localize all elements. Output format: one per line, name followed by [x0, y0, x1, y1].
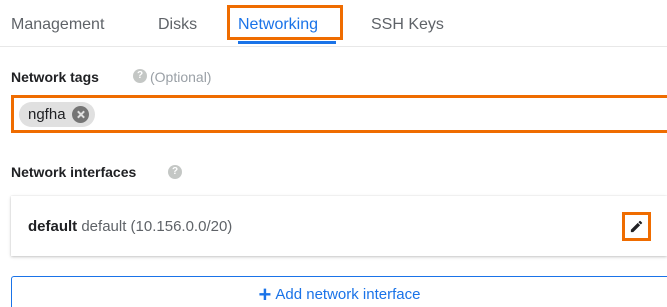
interface-name: default — [28, 218, 78, 235]
add-button-content: + Add network interface — [12, 282, 667, 307]
tab-ssh-keys[interactable]: SSH Keys — [371, 16, 444, 34]
tab-networking[interactable]: Networking — [238, 16, 318, 34]
remove-tag-icon[interactable] — [71, 106, 89, 123]
plus-icon: + — [258, 282, 272, 307]
active-tab-indicator — [238, 41, 336, 44]
help-icon[interactable]: ? — [133, 69, 147, 83]
pencil-icon — [630, 220, 643, 233]
network-tags-input[interactable]: ngfha — [11, 95, 667, 133]
interface-detail: default (10.156.0.0/20) — [81, 218, 233, 235]
add-network-interface-button[interactable]: + Add network interface — [11, 276, 667, 307]
tab-disks[interactable]: Disks — [158, 16, 197, 34]
networking-settings-panel: Management Disks Networking SSH Keys Net… — [0, 0, 667, 307]
tag-chip: ngfha — [19, 102, 95, 127]
edit-interface-button[interactable] — [622, 212, 651, 241]
help-icon[interactable]: ? — [168, 165, 182, 179]
tab-management[interactable]: Management — [11, 16, 104, 34]
interface-summary: default default (10.156.0.0/20) — [28, 218, 232, 235]
tag-chip-label: ngfha — [28, 106, 66, 123]
add-button-label: Add network interface — [275, 286, 421, 303]
network-tags-label: Network tags — [11, 69, 99, 85]
tab-bar: Management Disks Networking SSH Keys — [0, 0, 667, 47]
optional-hint: (Optional) — [150, 69, 212, 85]
network-interfaces-label: Network interfaces — [11, 164, 137, 180]
network-interface-row[interactable]: default default (10.156.0.0/20) — [11, 196, 667, 256]
